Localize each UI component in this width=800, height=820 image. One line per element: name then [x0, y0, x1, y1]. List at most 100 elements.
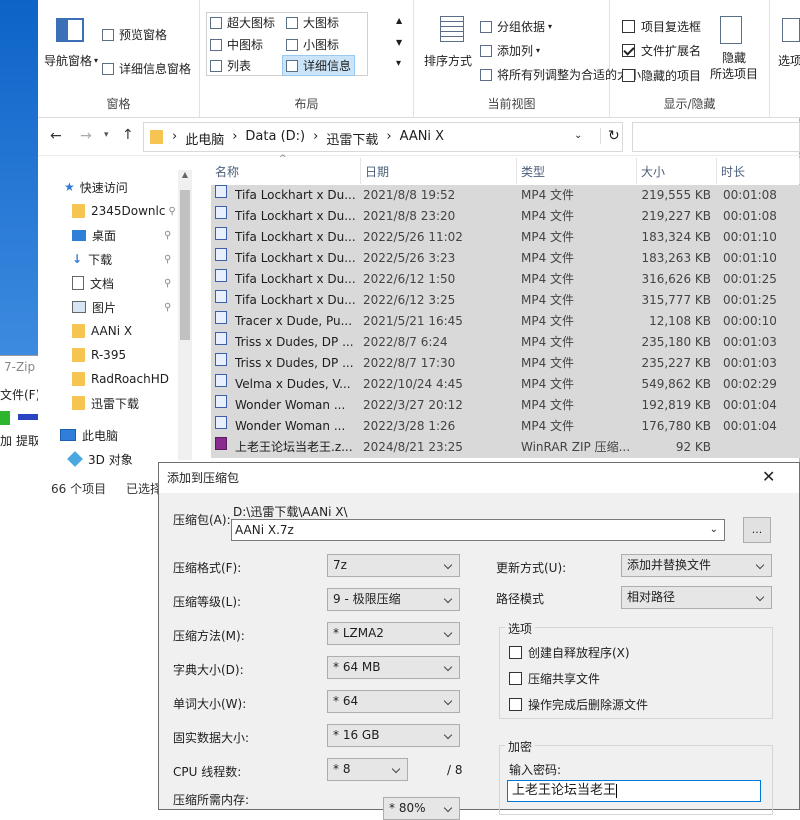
breadcrumb-this-pc[interactable]: 此电脑: [185, 129, 224, 148]
shared-checkbox[interactable]: [509, 672, 522, 685]
layout-xl-icons[interactable]: 超大图标: [210, 14, 275, 31]
nav-item-radroachhd[interactable]: RadRoachHD: [72, 368, 169, 390]
star-icon: ★: [64, 180, 75, 194]
extract-button-label[interactable]: 提取: [16, 432, 40, 449]
file-row[interactable]: Tifa Lockhart x Du... 2021/8/8 19:52 MP4 文…: [211, 185, 800, 206]
file-row[interactable]: Wonder Woman ... 2022/3/27 20:12 MP4 文件 192…: [211, 395, 800, 416]
up-arrow-icon[interactable]: ↑: [122, 127, 134, 143]
item-checkboxes-checkbox[interactable]: [622, 20, 635, 33]
nav-scroll-thumb[interactable]: [180, 190, 190, 340]
nav-item-2345downloads[interactable]: 2345Downlc ⚲: [72, 200, 176, 222]
back-arrow-icon[interactable]: ←: [50, 128, 62, 144]
preview-pane-button[interactable]: 预览窗格: [102, 26, 167, 43]
nav-item-r395[interactable]: R-395: [72, 344, 126, 366]
memory-select[interactable]: * 80%: [383, 797, 460, 820]
archive-name-combo[interactable]: AANi X.7z ⌄: [231, 519, 725, 541]
groupby-button[interactable]: 分组依据 ▾: [480, 18, 552, 35]
file-row[interactable]: Tifa Lockhart x Du... 2022/5/26 11:02 MP4 …: [211, 227, 800, 248]
file-row[interactable]: Tifa Lockhart x Du... 2022/6/12 1:50 MP4 文…: [211, 269, 800, 290]
gallery-scroll-up-icon[interactable]: ▲: [396, 16, 402, 25]
close-icon[interactable]: ✕: [762, 467, 775, 486]
item-count: 66 个项目: [51, 482, 107, 496]
file-row[interactable]: Wonder Woman ... 2022/3/28 1:26 MP4 文件 176,…: [211, 416, 800, 437]
format-select[interactable]: 7z: [327, 554, 460, 577]
path-mode-select[interactable]: 相对路径: [621, 586, 772, 609]
nav-item-xunlei[interactable]: 迅雷下载: [72, 392, 139, 414]
sfx-checkbox[interactable]: [509, 646, 522, 659]
layout-large-icons[interactable]: 大图标: [286, 14, 339, 31]
nav-item-desktop[interactable]: 桌面 ⚲: [72, 224, 171, 246]
address-bar[interactable]: › 此电脑 › Data (D:) › 迅雷下载 › AANi X ⌄ ↻: [143, 122, 623, 152]
breadcrumb-sep: ›: [313, 129, 319, 144]
hidden-items-toggle[interactable]: 隐藏的项目: [622, 67, 701, 84]
breadcrumb-downloads[interactable]: 迅雷下载: [326, 129, 378, 148]
addcol-button[interactable]: 添加列 ▾: [480, 42, 540, 59]
threads-select[interactable]: * 8: [327, 758, 408, 781]
fit-columns-icon: [480, 68, 492, 81]
layout-details[interactable]: 详细信息: [282, 55, 356, 76]
options-button[interactable]: 选项: [778, 52, 800, 69]
hidden-items-checkbox[interactable]: [622, 69, 635, 82]
breadcrumb-drive[interactable]: Data (D:): [245, 129, 305, 148]
plus-icon[interactable]: [0, 411, 10, 425]
file-ext-checkbox[interactable]: [622, 44, 635, 57]
nav-scrollbar[interactable]: ▲: [178, 170, 192, 460]
nav-item-this-pc[interactable]: 此电脑: [60, 424, 118, 446]
refresh-icon[interactable]: ↻: [600, 128, 620, 144]
password-input[interactable]: 上老王论坛当老王: [507, 780, 761, 802]
method-select[interactable]: * LZMA2: [327, 622, 460, 645]
solid-select[interactable]: * 16 GB: [327, 724, 460, 747]
7zip-menu-file[interactable]: 文件(F): [0, 386, 40, 403]
file-ext-toggle[interactable]: 文件扩展名: [622, 42, 701, 59]
file-row[interactable]: Velma x Dudes, V... 2022/10/24 4:45 MP4 文件…: [211, 374, 800, 395]
details-pane-button[interactable]: 详细信息窗格: [102, 60, 191, 77]
file-row[interactable]: Triss x Dudes, DP ... 2022/8/7 6:24 MP4 文件…: [211, 332, 800, 353]
layout-list[interactable]: 列表: [210, 57, 251, 74]
delete-option[interactable]: 操作完成后删除源文件: [509, 696, 648, 713]
level-select[interactable]: 9 - 极限压缩: [327, 588, 460, 611]
item-checkboxes-toggle[interactable]: 项目复选框: [622, 18, 701, 35]
threads-label: CPU 线程数:: [173, 765, 242, 779]
layout-medium-icons[interactable]: 中图标: [210, 36, 263, 53]
address-dropdown-icon[interactable]: ⌄: [574, 130, 582, 141]
sfx-option[interactable]: 创建自释放程序(X): [509, 644, 630, 661]
dict-select[interactable]: * 64 MB: [327, 656, 460, 679]
column-header-date[interactable]: 日期: [361, 158, 517, 184]
shared-option[interactable]: 压缩共享文件: [509, 670, 600, 687]
breadcrumb-current[interactable]: AANi X: [400, 129, 445, 148]
forward-arrow-icon[interactable]: →: [80, 128, 92, 144]
file-row[interactable]: Tifa Lockhart x Du... 2021/8/8 23:20 MP4 文…: [211, 206, 800, 227]
update-select[interactable]: 添加并替换文件: [621, 554, 772, 577]
layout-small-icons[interactable]: 小图标: [286, 36, 339, 53]
gallery-scroll-down-icon[interactable]: ▼: [396, 38, 402, 47]
file-row[interactable]: 上老王论坛当老王.z... 2024/8/21 23:25 WinRAR ZIP 压…: [211, 437, 800, 458]
preview-pane-icon: [102, 28, 114, 41]
add-button-label[interactable]: 加: [0, 432, 12, 449]
nav-pane-button[interactable]: 导航窗格 ▾: [44, 52, 98, 69]
nav-item-downloads[interactable]: ↓ 下载 ⚲: [72, 248, 171, 270]
column-header-type[interactable]: 类型: [517, 158, 637, 184]
groupby-label: 分组依据: [497, 20, 546, 34]
nav-item-pictures[interactable]: 图片 ⚲: [72, 296, 171, 318]
word-select[interactable]: * 64: [327, 690, 460, 713]
delete-checkbox[interactable]: [509, 698, 522, 711]
column-header-name[interactable]: 名称: [211, 158, 361, 184]
file-row[interactable]: Tracer x Dude, Pu... 2021/5/21 16:45 MP4 文…: [211, 311, 800, 332]
recent-chevron-icon[interactable]: ▾: [104, 130, 109, 140]
scroll-up-icon[interactable]: ▲: [178, 170, 192, 179]
gallery-expand-icon[interactable]: ▾: [396, 58, 401, 69]
extract-icon[interactable]: [18, 414, 38, 420]
sort-button[interactable]: 排序方式: [424, 52, 472, 69]
nav-item-aani-x[interactable]: AANi X: [72, 320, 132, 342]
browse-button[interactable]: ...: [743, 517, 771, 543]
nav-item-3d-objects[interactable]: 3D 对象: [67, 448, 133, 470]
file-row[interactable]: Tifa Lockhart x Du... 2022/6/12 3:25 MP4 文…: [211, 290, 800, 311]
column-header-size[interactable]: 大小: [637, 158, 717, 184]
file-row[interactable]: Triss x Dudes, DP ... 2022/8/7 17:30 MP4 文…: [211, 353, 800, 374]
search-input[interactable]: [632, 122, 800, 152]
column-header-duration[interactable]: 时长: [717, 158, 800, 184]
nav-item-documents[interactable]: 文档 ⚲: [72, 272, 171, 294]
hide-selected-button[interactable]: 隐藏 所选项目: [706, 50, 762, 82]
nav-item-quick-access[interactable]: ★ 快速访问: [64, 176, 128, 198]
file-row[interactable]: Tifa Lockhart x Du... 2022/5/26 3:23 MP4 文…: [211, 248, 800, 269]
